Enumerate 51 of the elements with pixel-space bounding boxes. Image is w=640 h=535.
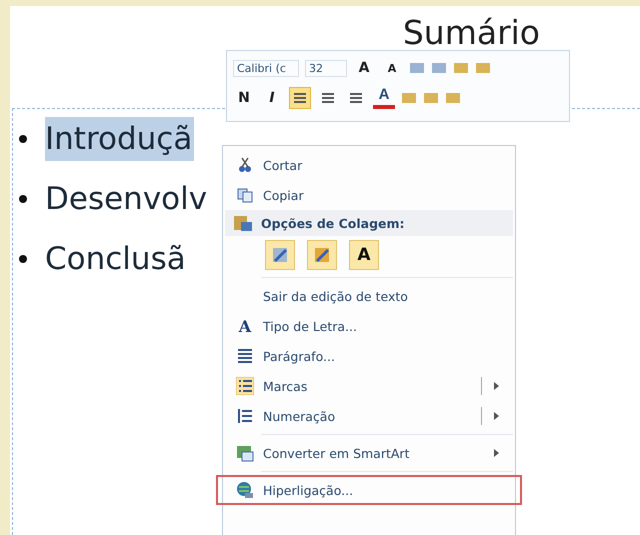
font-size-field[interactable]: 32 xyxy=(305,60,347,76)
font-color-button[interactable]: A xyxy=(373,87,395,109)
paste-text-only-button[interactable]: A xyxy=(349,240,379,270)
numbered-list-icon xyxy=(236,407,254,425)
italic-button[interactable]: I xyxy=(261,87,283,109)
brush-icon xyxy=(313,246,331,264)
align-button[interactable] xyxy=(289,87,311,109)
toolbar-icon[interactable] xyxy=(431,61,447,75)
submenu-arrow-icon xyxy=(494,449,499,457)
menu-item[interactable]: A Tipo de Letra... xyxy=(225,311,513,341)
menu-item[interactable]: Cortar xyxy=(225,150,513,180)
globe-icon xyxy=(236,481,254,499)
paste-format-button[interactable] xyxy=(307,240,337,270)
bullet-dot xyxy=(19,135,27,143)
grow-font-button[interactable]: A xyxy=(353,57,375,79)
toolbar-icon[interactable] xyxy=(453,61,469,75)
smartart-icon xyxy=(236,444,254,462)
bullet-list-icon xyxy=(236,377,254,395)
toolbar-icon[interactable] xyxy=(423,91,439,105)
paragraph-icon xyxy=(236,347,254,365)
align-lines-icon xyxy=(321,92,335,104)
bullet-dot xyxy=(19,255,27,263)
toolbar-icon[interactable] xyxy=(401,91,417,105)
menu-item[interactable]: Sair da edição de texto xyxy=(225,281,513,311)
bullet-text: Desenvolv xyxy=(45,180,208,219)
shrink-font-button[interactable]: A xyxy=(381,57,403,79)
font-field[interactable]: Calibri (c xyxy=(233,60,299,76)
font-glyph: A xyxy=(238,316,252,336)
scissors-icon xyxy=(236,156,254,174)
submenu-arrow-icon xyxy=(494,412,499,420)
menu-item[interactable]: Marcas xyxy=(225,371,513,401)
bold-button[interactable]: N xyxy=(233,87,255,109)
submenu-arrow-icon xyxy=(494,382,499,390)
slide-title: Sumário xyxy=(402,12,540,54)
toolbar-icon[interactable] xyxy=(445,91,461,105)
toolbar-icon[interactable] xyxy=(409,61,425,75)
menu-item[interactable]: Converter em SmartArt xyxy=(225,438,513,468)
align-lines-icon xyxy=(293,92,307,104)
bullet-dot xyxy=(19,195,27,203)
paste-picture-button[interactable] xyxy=(265,240,295,270)
menu-item[interactable]: Parágrafo... xyxy=(225,341,513,371)
menu-item[interactable]: Hiperligação... xyxy=(216,475,522,505)
copy-icon xyxy=(236,186,254,204)
bullet-text: Conclusã xyxy=(45,240,187,279)
align-lines-icon xyxy=(349,92,363,104)
menu-item[interactable]: Copiar xyxy=(225,180,513,210)
picture-icon xyxy=(271,246,289,264)
bullet-text: Introduçã xyxy=(45,117,194,161)
toolbar-icon[interactable] xyxy=(475,61,491,75)
menu-item[interactable]: Numeração xyxy=(225,401,513,431)
paste-options-label: Opções de Colagem: xyxy=(261,216,405,230)
